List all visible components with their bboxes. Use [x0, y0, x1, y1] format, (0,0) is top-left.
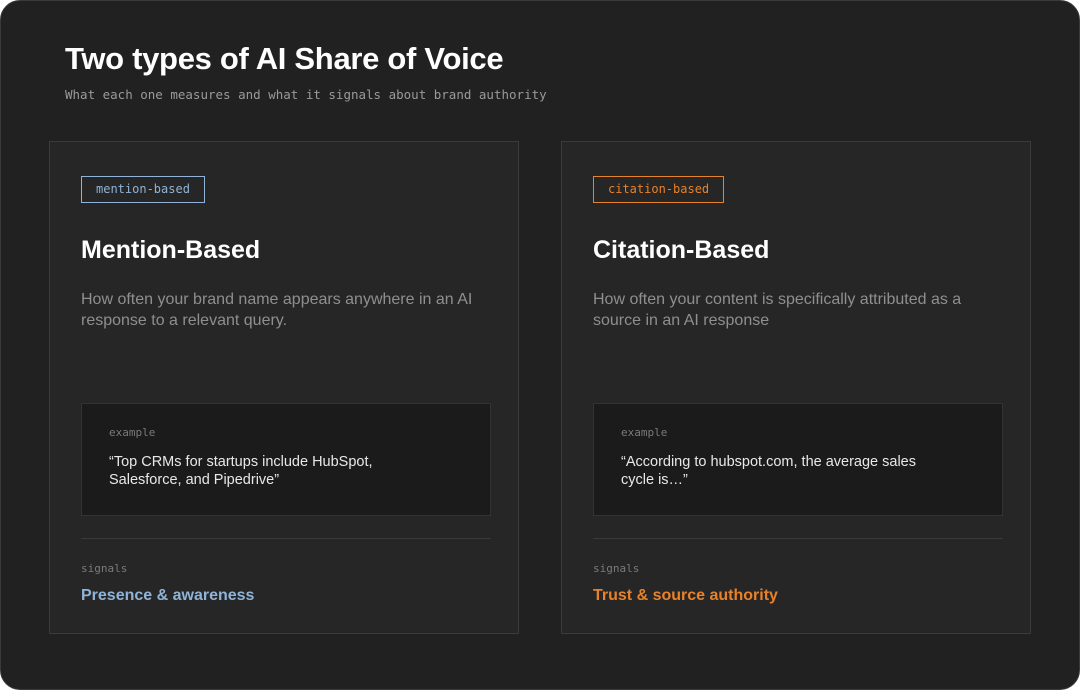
mention-based-description: How often your brand name appears anywhe…: [81, 291, 473, 329]
example-quote: “According to hubspot.com, the average s…: [621, 454, 916, 488]
citation-based-signals-value: Trust & source authority: [593, 587, 778, 604]
citation-based-card: citation-based Citation-Based How often …: [561, 141, 1031, 634]
page-title: Two types of AI Share of Voice: [65, 41, 504, 76]
mention-based-tag: mention-based: [81, 176, 205, 203]
example-quote: “Top CRMs for startups include HubSpot, …: [109, 454, 373, 488]
page-subtitle: What each one measures and what it signa…: [65, 87, 547, 102]
card-divider: [81, 538, 491, 539]
citation-based-tag: citation-based: [593, 176, 725, 203]
signals-label: signals: [593, 562, 640, 575]
diagram-frame: Two types of AI Share of Voice What each…: [0, 0, 1080, 690]
example-label: example: [621, 426, 668, 439]
citation-based-example-box: example “According to hubspot.com, the a…: [593, 403, 1003, 516]
mention-based-card: mention-based Mention-Based How often yo…: [49, 141, 519, 634]
example-label: example: [109, 426, 156, 439]
citation-based-description: How often your content is specifically a…: [593, 291, 962, 329]
signals-label: signals: [81, 562, 128, 575]
mention-based-signals-value: Presence & awareness: [81, 587, 255, 604]
mention-based-example-box: example “Top CRMs for startups include H…: [81, 403, 491, 516]
citation-based-title: Citation-Based: [593, 236, 770, 264]
card-divider: [593, 538, 1003, 539]
mention-based-title: Mention-Based: [81, 236, 261, 264]
